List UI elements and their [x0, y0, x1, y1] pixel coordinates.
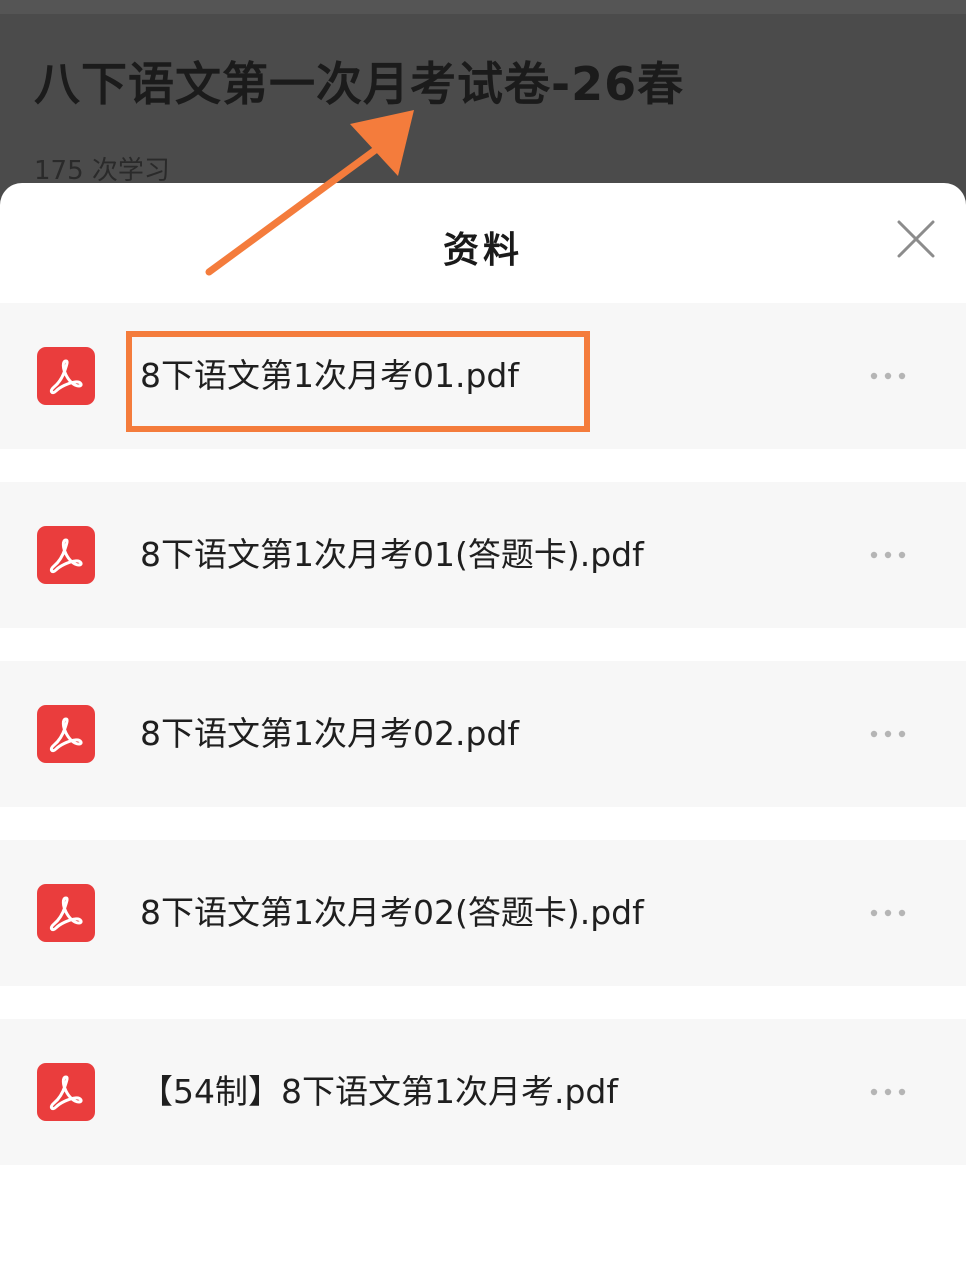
pdf-icon — [37, 1063, 95, 1121]
file-item[interactable]: 8下语文第1次月考01(答题卡).pdf — [0, 482, 966, 628]
file-name: 8下语文第1次月考02(答题卡).pdf — [140, 893, 644, 932]
more-options-button[interactable] — [868, 367, 908, 385]
close-icon — [897, 220, 935, 258]
ellipsis-icon — [870, 551, 906, 559]
backdrop-decoration — [0, 0, 966, 14]
pdf-icon — [37, 347, 95, 405]
file-name: 8下语文第1次月考01.pdf — [140, 356, 519, 395]
more-options-button[interactable] — [868, 546, 908, 564]
page-title: 八下语文第一次月考试卷-26春 — [34, 57, 685, 111]
materials-sheet: 资料 8下语文第1次月考01.pdf 8下语文第1次月考01(答题卡).pdf … — [0, 183, 966, 1280]
ellipsis-icon — [870, 1088, 906, 1096]
file-name: 【54制】8下语文第1次月考.pdf — [140, 1072, 618, 1111]
file-item[interactable]: 【54制】8下语文第1次月考.pdf — [0, 1019, 966, 1165]
more-options-button[interactable] — [868, 1083, 908, 1101]
ellipsis-icon — [870, 730, 906, 738]
more-options-button[interactable] — [868, 904, 908, 922]
file-item[interactable]: 8下语文第1次月考02(答题卡).pdf — [0, 840, 966, 986]
file-item[interactable]: 8下语文第1次月考02.pdf — [0, 661, 966, 807]
file-name: 8下语文第1次月考01(答题卡).pdf — [140, 535, 644, 574]
file-name: 8下语文第1次月考02.pdf — [140, 714, 519, 753]
page-backdrop: 八下语文第一次月考试卷-26春 175 次学习 — [0, 0, 966, 200]
pdf-icon — [37, 526, 95, 584]
more-options-button[interactable] — [868, 725, 908, 743]
pdf-icon — [37, 705, 95, 763]
file-item[interactable]: 8下语文第1次月考01.pdf — [0, 303, 966, 449]
pdf-icon — [37, 884, 95, 942]
sheet-title: 资料 — [442, 230, 523, 271]
file-list: 8下语文第1次月考01.pdf 8下语文第1次月考01(答题卡).pdf 8下语… — [0, 303, 966, 1198]
close-button[interactable] — [894, 217, 938, 261]
ellipsis-icon — [870, 372, 906, 380]
ellipsis-icon — [870, 909, 906, 917]
study-count: 175 次学习 — [34, 156, 170, 186]
